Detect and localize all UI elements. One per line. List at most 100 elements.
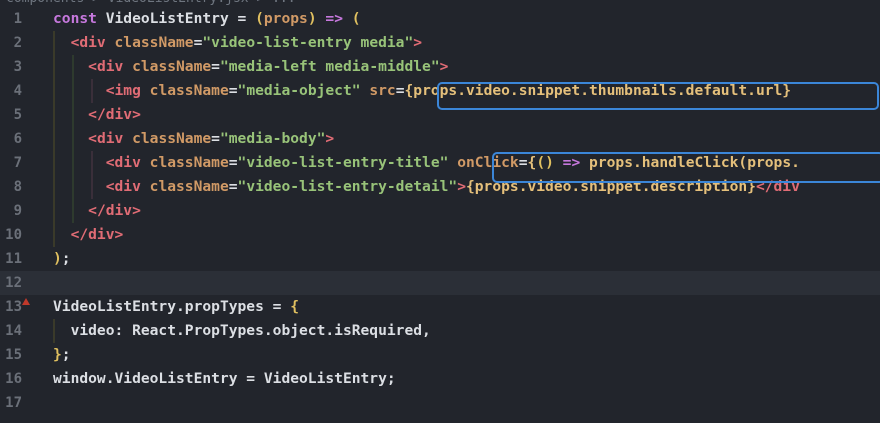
code-token: > xyxy=(439,58,449,75)
code-token: ( xyxy=(351,10,361,27)
line-number: 9 xyxy=(13,203,22,219)
code-token: ) xyxy=(307,10,317,27)
code-token: = xyxy=(211,130,220,147)
code-token: const xyxy=(53,10,106,27)
code-token: className xyxy=(149,154,229,171)
code-text: </div> xyxy=(53,223,124,247)
code-token: <div xyxy=(70,34,115,51)
line-number: 3 xyxy=(13,59,22,75)
code-text: ); xyxy=(53,247,71,271)
code-line[interactable]: 9 </div> xyxy=(0,199,880,223)
code-token: "media-object" xyxy=(237,82,361,99)
code-line[interactable]: 11); xyxy=(0,247,880,271)
code-text: window.VideoListEntry = VideoListEntry; xyxy=(53,367,396,391)
code-token: > xyxy=(413,34,423,51)
code-token: => xyxy=(316,10,352,27)
line-number: 12 xyxy=(5,275,22,291)
highlight-box-onclick xyxy=(492,152,880,183)
code-text: <div className="video-list-entry media"> xyxy=(53,31,422,55)
code-token: className xyxy=(149,82,229,99)
code-text: VideoListEntry.propTypes = { xyxy=(53,295,299,319)
code-token: </div> xyxy=(88,202,141,219)
code-text: }; xyxy=(53,343,71,367)
code-token: <div xyxy=(88,58,133,75)
line-number: 17 xyxy=(5,395,22,411)
line-number: 16 xyxy=(5,371,22,387)
code-token: video: React.PropTypes.object.isRequired… xyxy=(53,322,431,339)
code-token: ; xyxy=(61,250,71,267)
code-token: <div xyxy=(105,154,150,171)
code-token: className xyxy=(132,130,212,147)
line-number: 11 xyxy=(5,251,22,267)
code-line[interactable]: 13 VideoListEntry.propTypes = { xyxy=(0,295,880,319)
code-token: ) xyxy=(53,250,62,267)
code-token: ( xyxy=(255,10,264,27)
code-line[interactable]: 1 const VideoListEntry = (props) => ( xyxy=(0,7,880,31)
line-number: 5 xyxy=(13,107,22,123)
code-token: "media-left media-middle" xyxy=(219,58,440,75)
code-line[interactable]: 6 <div className="media-body"> xyxy=(0,127,880,151)
code-line[interactable]: 17 xyxy=(0,391,880,415)
line-number: 1 xyxy=(13,11,22,27)
code-token: VideoListEntry xyxy=(105,10,229,27)
code-line[interactable]: 15}; xyxy=(0,343,880,367)
code-token: src xyxy=(369,82,396,99)
code-text: video: React.PropTypes.object.isRequired… xyxy=(53,319,431,343)
highlight-box-src xyxy=(437,82,879,110)
code-line[interactable]: 3 <div className="media-left media-middl… xyxy=(0,55,880,79)
code-token: = xyxy=(228,10,256,27)
code-token: VideoListEntry xyxy=(53,298,177,315)
code-token: className xyxy=(149,178,229,195)
breakpoint-marker-icon xyxy=(22,298,30,305)
code-token: = xyxy=(395,82,405,99)
code-token: className xyxy=(114,34,194,51)
code-token: <img xyxy=(105,82,150,99)
code-token: <div xyxy=(88,130,133,147)
line-number: 13 xyxy=(5,299,22,315)
code-token: = xyxy=(228,178,238,195)
code-text: <div className="media-body"> xyxy=(53,127,334,151)
code-token: <div xyxy=(105,178,150,195)
code-text: <div className="media-left media-middle"… xyxy=(53,55,448,79)
code-token: = xyxy=(211,58,220,75)
code-token: > xyxy=(325,130,335,147)
code-token: </div> xyxy=(70,226,124,243)
code-token: window.VideoListEntry = VideoListEntry; xyxy=(53,370,396,387)
code-line[interactable]: 16 window.VideoListEntry = VideoListEntry… xyxy=(0,367,880,391)
line-number: 4 xyxy=(13,83,22,99)
code-line[interactable]: 10 </div> xyxy=(0,223,880,247)
code-token: } xyxy=(53,346,62,363)
line-number: 15 xyxy=(5,347,22,363)
code-line[interactable]: 2 <div className="video-list-entry media… xyxy=(0,31,880,55)
code-line[interactable]: 14 video: React.PropTypes.object.isRequi… xyxy=(0,319,880,343)
code-token: "video-list-entry media" xyxy=(202,34,414,51)
code-text: const VideoListEntry = (props) => ( xyxy=(53,7,361,31)
code-token: className xyxy=(132,58,212,75)
code-text: </div> xyxy=(53,103,141,127)
line-number: 7 xyxy=(13,155,22,171)
code-token: "media-body" xyxy=(219,130,326,147)
code-token: </div> xyxy=(88,106,141,123)
code-token: "video-list-entry-detail" xyxy=(237,178,458,195)
line-number: 2 xyxy=(13,35,22,51)
code-token: ; xyxy=(61,346,71,363)
code-token: { xyxy=(290,298,300,315)
code-editor[interactable]: components > VideoListEntry.jsx > ... 1c… xyxy=(0,0,880,423)
line-number: 14 xyxy=(5,323,22,339)
line-number: 8 xyxy=(13,179,22,195)
line-number: 10 xyxy=(5,227,22,243)
code-token: props xyxy=(263,10,308,27)
code-token: = xyxy=(228,154,238,171)
code-token: "video-list-entry-title" xyxy=(237,154,449,171)
code-token: = xyxy=(228,82,238,99)
code-line[interactable]: 12 xyxy=(0,271,880,295)
